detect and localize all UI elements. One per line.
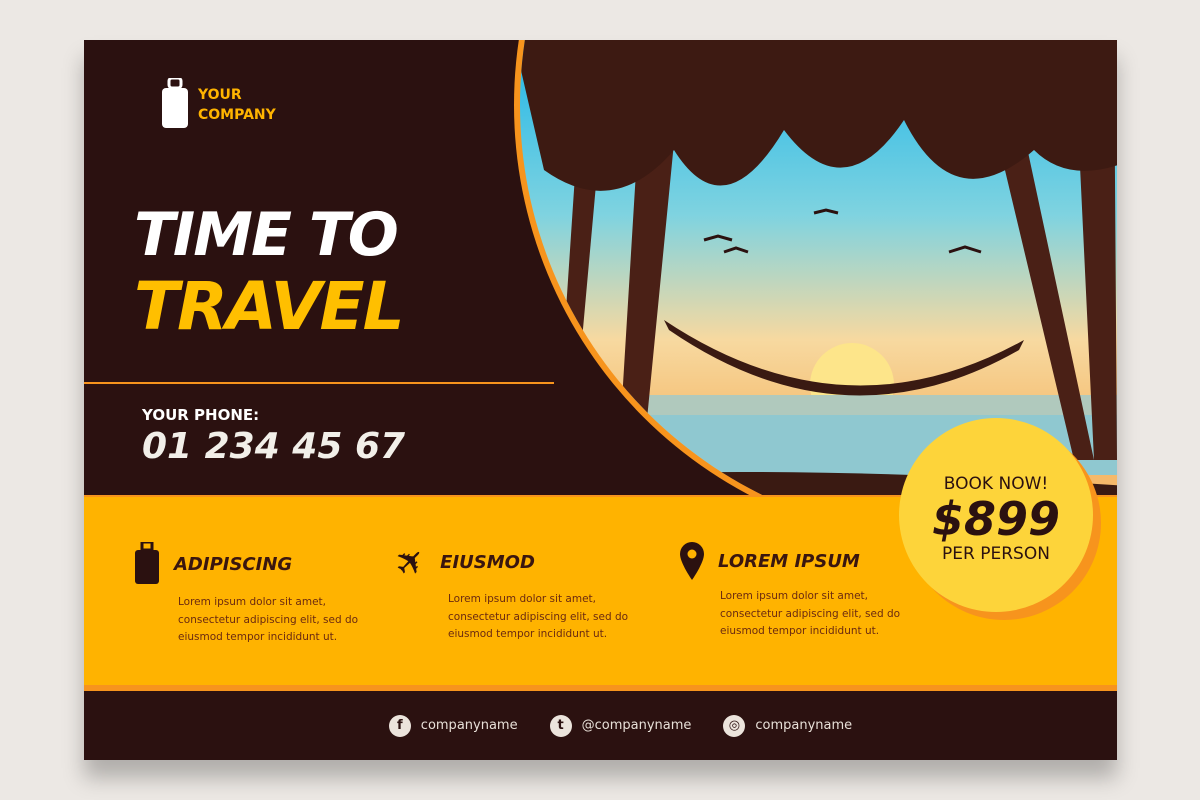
feature-text-line: consectetur adipiscing elit, sed do	[720, 607, 901, 620]
location-pin-icon	[680, 542, 704, 580]
social-handle: @companyname	[581, 718, 692, 733]
logo-line2: COMPANY	[198, 107, 276, 123]
feature-text-line: eiusmod tempor incididunt ut.	[448, 628, 608, 640]
book-now-badge[interactable]: BOOK NOW! $899 PER PERSON	[899, 418, 1093, 612]
suitcase-icon	[135, 542, 159, 584]
feature-title: EIUSMOD	[440, 552, 535, 573]
phone-label: YOUR PHONE:	[142, 406, 260, 424]
feature-text-line: Lorem ipsum dolor sit amet,	[448, 593, 596, 605]
social-handle: companyname	[755, 718, 853, 733]
feature-text-line: consectetur adipiscing elit, sed do	[178, 613, 359, 626]
feature-1: ✈ EIUSMOD Lorem ipsum dolor sit amet, cons…	[386, 537, 629, 644]
twitter-icon: t	[549, 714, 572, 737]
book-now-label: BOOK NOW!	[943, 474, 1049, 494]
social-instagram[interactable]: ◎ companyname	[723, 714, 853, 737]
travel-flyer: YOUR COMPANY TIME TO TRAVEL YOUR PHONE: 0…	[84, 40, 1117, 760]
feature-text-line: eiusmod tempor incididunt ut.	[178, 631, 338, 643]
instagram-icon: ◎	[723, 714, 746, 737]
facebook-icon: f	[388, 714, 411, 737]
feature-text-line: eiusmod tempor incididunt ut.	[720, 625, 880, 637]
social-facebook[interactable]: f companyname	[388, 714, 518, 737]
feature-title: LOREM IPSUM	[718, 550, 860, 572]
logo-line1: YOUR	[198, 87, 242, 103]
company-logo: YOUR COMPANY	[160, 78, 298, 132]
feature-title: ADIPISCING	[174, 553, 293, 575]
social-handle: companyname	[420, 718, 518, 733]
feature-2: LOREM IPSUM Lorem ipsum dolor sit amet, c…	[680, 542, 900, 641]
divider	[84, 382, 554, 384]
headline-line2: TRAVEL	[134, 268, 405, 345]
feature-text-line: Lorem ipsum dolor sit amet,	[178, 596, 326, 608]
feature-text-line: Lorem ipsum dolor sit amet,	[720, 590, 868, 602]
feature-text-line: consectetur adipiscing elit, sed do	[448, 610, 629, 623]
feature-0: ADIPISCING Lorem ipsum dolor sit amet, co…	[134, 542, 358, 647]
social-twitter[interactable]: t @companyname	[549, 714, 692, 737]
phone-number: 01 234 45 67	[142, 426, 406, 467]
social-footer: f companyname t @companyname ◎ companyname	[84, 691, 1117, 760]
suitcase-icon	[162, 78, 188, 128]
price: $899	[931, 492, 1061, 546]
price-unit: PER PERSON	[942, 544, 1050, 564]
headline-line1: TIME TO	[134, 200, 399, 270]
